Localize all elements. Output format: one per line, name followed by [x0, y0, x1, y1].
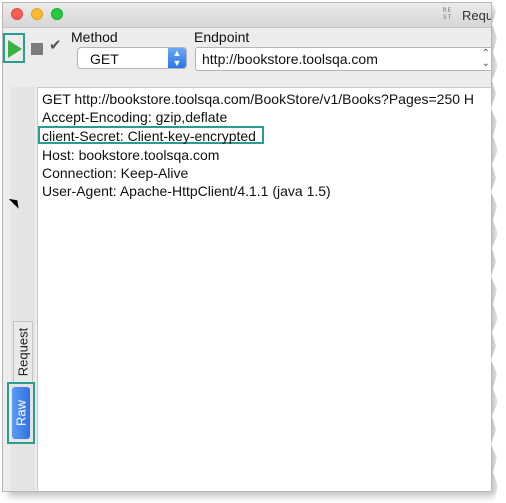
checkmark-icon[interactable]: ✔	[49, 37, 65, 57]
run-request-button[interactable]	[3, 33, 25, 63]
header-connection: Connection: Keep-Alive	[42, 165, 189, 181]
tab-raw[interactable]: Raw	[12, 387, 30, 439]
request-line: GET http://bookstore.toolsqa.com/BookSto…	[42, 91, 475, 107]
stop-icon[interactable]	[31, 43, 43, 55]
app-window: RE ST Requ ✔ Method GET ▲ ▼ Endpoint http…	[2, 2, 492, 492]
close-window-button[interactable]	[11, 8, 23, 20]
title-bar: RE ST Requ	[3, 3, 491, 28]
header-user-agent: User-Agent: Apache-HttpClient/4.1.1 (jav…	[42, 183, 331, 199]
play-icon	[8, 40, 22, 58]
zoom-window-button[interactable]	[51, 8, 63, 20]
minimize-window-button[interactable]	[31, 8, 43, 20]
tab-request[interactable]: Request	[13, 321, 33, 383]
header-client-secret: client-Secret: Client-key-encrypted	[38, 126, 264, 144]
endpoint-value: http://bookstore.toolsqa.com	[202, 51, 378, 67]
torn-edge-decoration	[491, 0, 506, 503]
method-value: GET	[90, 51, 119, 67]
endpoint-combobox[interactable]: http://bookstore.toolsqa.com ⌃ ⌄	[195, 47, 491, 71]
chevron-updown-icon: ▲ ▼	[168, 48, 186, 68]
header-host: Host: bookstore.toolsqa.com	[42, 147, 220, 163]
header-accept-encoding: Accept-Encoding: gzip,deflate	[42, 109, 228, 125]
raw-request-text: GET http://bookstore.toolsqa.com/BookSto…	[38, 90, 475, 200]
app-logo-icon: RE ST	[443, 7, 453, 21]
raw-request-panel[interactable]: GET http://bookstore.toolsqa.com/BookSto…	[37, 87, 491, 491]
endpoint-label: Endpoint	[194, 29, 250, 45]
tab-raw-label: Raw	[13, 399, 29, 427]
raw-tab-highlight: Raw	[7, 382, 35, 444]
tab-request-label: Request	[15, 327, 31, 377]
method-label: Method	[71, 29, 118, 45]
method-select[interactable]: GET ▲ ▼	[77, 47, 187, 69]
